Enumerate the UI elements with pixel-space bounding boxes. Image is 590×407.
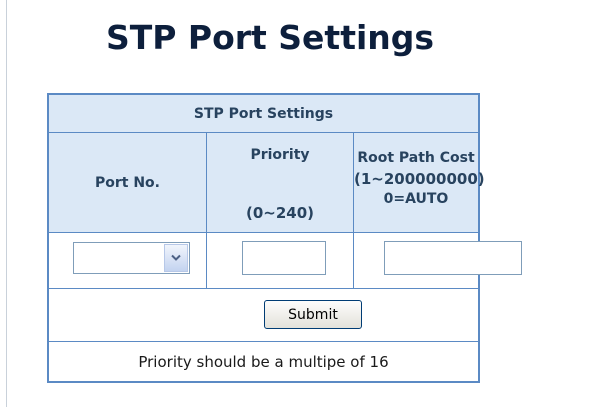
- root-path-cost-input[interactable]: [384, 241, 522, 275]
- port-select-dropdown-button[interactable]: [164, 244, 188, 272]
- port-cell: [49, 233, 207, 288]
- priority-cell: [207, 233, 354, 288]
- submit-row: Submit: [49, 289, 478, 342]
- priority-header: Priority (0~240): [207, 133, 354, 232]
- priority-range-label: (0~240): [245, 204, 315, 222]
- port-select[interactable]: [73, 242, 190, 274]
- table-caption: STP Port Settings: [49, 95, 478, 133]
- priority-input[interactable]: [242, 241, 326, 275]
- port-no-header: Port No.: [49, 133, 207, 232]
- chevron-down-icon: [171, 254, 181, 261]
- stp-settings-table: STP Port Settings Port No. Priority (0~2…: [47, 93, 522, 383]
- root-path-cost-range-label: (1~200000000): [354, 170, 485, 188]
- root-path-cost-cell: [354, 233, 522, 288]
- submit-button[interactable]: Submit: [264, 300, 362, 329]
- page-left-border: [6, 0, 7, 407]
- table-header-row: Port No. Priority (0~240) Root Path Cost…: [49, 133, 485, 233]
- root-path-cost-auto-label: 0=AUTO: [383, 191, 449, 207]
- port-no-header-label: Port No.: [94, 174, 160, 191]
- input-row: [49, 233, 522, 289]
- priority-note: Priority should be a multipe of 16: [138, 352, 389, 371]
- page-title: STP Port Settings: [105, 18, 435, 57]
- priority-header-label: Priority: [250, 147, 310, 163]
- root-path-cost-header: Root Path Cost (1~200000000) 0=AUTO: [354, 133, 485, 232]
- root-path-cost-header-label: Root Path Cost: [357, 150, 475, 166]
